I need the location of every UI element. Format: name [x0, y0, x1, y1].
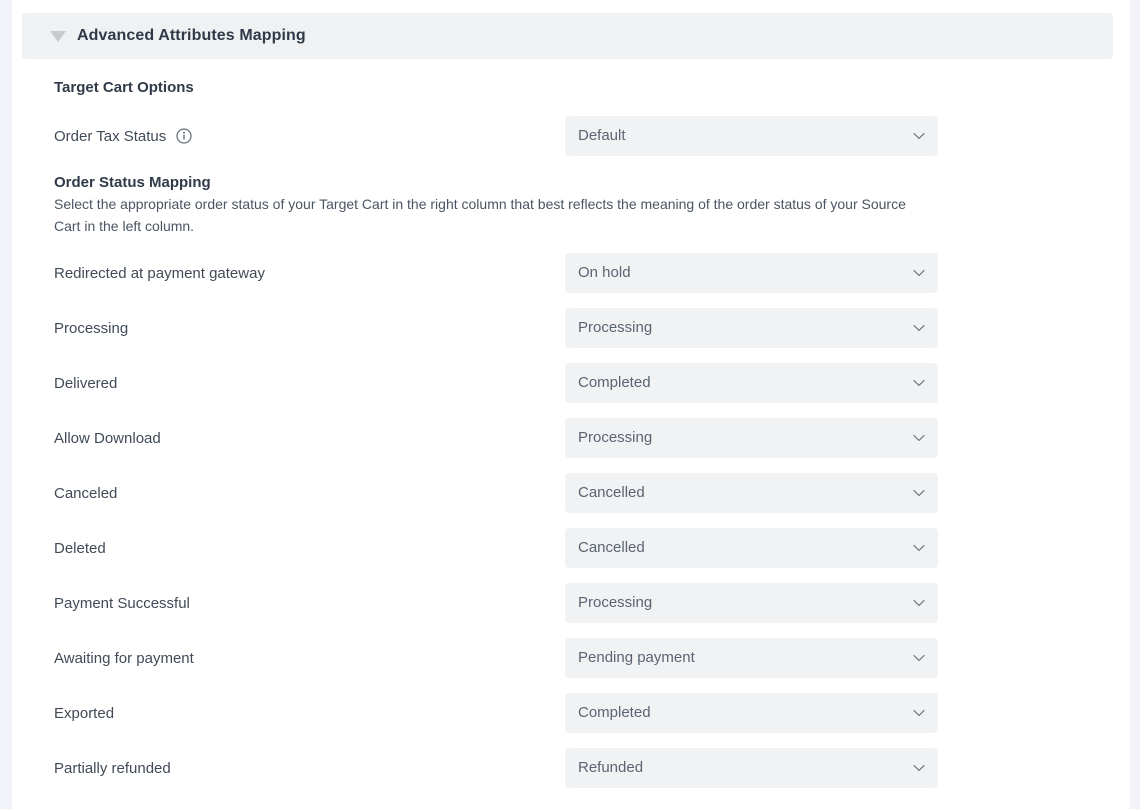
triangle-down-icon[interactable]	[50, 30, 66, 42]
target-status-select-wrap: On holdProcessingCompletedCancelledPendi…	[565, 253, 938, 293]
status-mapping-row: Payment Successful On holdProcessingCompl…	[12, 583, 1130, 623]
order-status-mapping-description: Select the appropriate order status of y…	[54, 196, 906, 234]
status-mapping-row: Deleted On holdProcessingCompletedCancell…	[12, 528, 1130, 568]
source-status-label: Allow Download	[54, 429, 161, 447]
target-status-select[interactable]: On holdProcessingCompletedCancelledPendi…	[565, 583, 938, 623]
status-mapping-row: Canceled On holdProcessingCompletedCancel…	[12, 473, 1130, 513]
order-tax-status-row: Order Tax Status Default	[12, 116, 1130, 156]
order-tax-status-label-text: Order Tax Status	[54, 127, 167, 145]
panel-title: Advanced Attributes Mapping	[77, 27, 306, 44]
order-tax-status-label: Order Tax Status	[54, 116, 192, 156]
status-mapping-row: Allow Download On holdProcessingCompleted…	[12, 418, 1130, 458]
target-status-select[interactable]: On holdProcessingCompletedCancelledPendi…	[565, 253, 938, 293]
source-status-label: Canceled	[54, 484, 118, 502]
order-status-mapping-title: Order Status Mapping	[54, 174, 211, 191]
target-status-select-wrap: On holdProcessingCompletedCancelledPendi…	[565, 583, 938, 623]
target-status-select-wrap: On holdProcessingCompletedCancelledPendi…	[565, 308, 938, 348]
source-status-label: Payment Successful	[54, 594, 190, 612]
target-status-select[interactable]: On holdProcessingCompletedCancelledPendi…	[565, 473, 938, 513]
target-status-select[interactable]: On holdProcessingCompletedCancelledPendi…	[565, 308, 938, 348]
status-mapping-row: Redirected at payment gateway On holdProc…	[12, 253, 1130, 293]
source-status-label: Awaiting for payment	[54, 649, 194, 667]
status-mapping-row: Partially refunded On holdProcessingCompl…	[12, 748, 1130, 788]
target-status-select-wrap: On holdProcessingCompletedCancelledPendi…	[565, 473, 938, 513]
order-tax-status-select-wrap: Default	[565, 116, 938, 156]
status-mapping-row: Delivered On holdProcessingCompletedCance…	[12, 363, 1130, 403]
status-mapping-row: Processing On holdProcessingCompletedCanc…	[12, 308, 1130, 348]
target-status-select[interactable]: On holdProcessingCompletedCancelledPendi…	[565, 748, 938, 788]
target-status-select[interactable]: On holdProcessingCompletedCancelledPendi…	[565, 418, 938, 458]
target-status-select[interactable]: On holdProcessingCompletedCancelledPendi…	[565, 638, 938, 678]
content-sheet: Advanced Attributes Mapping Target Cart …	[12, 0, 1130, 809]
target-status-select-wrap: On holdProcessingCompletedCancelledPendi…	[565, 418, 938, 458]
target-status-select-wrap: On holdProcessingCompletedCancelledPendi…	[565, 363, 938, 403]
advanced-attributes-mapping-header[interactable]: Advanced Attributes Mapping	[22, 13, 1113, 59]
target-status-select-wrap: On holdProcessingCompletedCancelledPendi…	[565, 748, 938, 788]
source-status-label: Delivered	[54, 374, 118, 392]
source-status-label: Processing	[54, 319, 129, 337]
source-status-label: Redirected at payment gateway	[54, 264, 265, 282]
target-status-select-wrap: On holdProcessingCompletedCancelledPendi…	[565, 638, 938, 678]
status-mapping-row: Exported On holdProcessingCompletedCancel…	[12, 693, 1130, 733]
source-status-label: Partially refunded	[54, 759, 171, 777]
info-circle-icon[interactable]	[176, 128, 192, 144]
target-status-select[interactable]: On holdProcessingCompletedCancelledPendi…	[565, 528, 938, 568]
target-status-select-wrap: On holdProcessingCompletedCancelledPendi…	[565, 528, 938, 568]
source-status-label: Exported	[54, 704, 115, 722]
order-tax-status-select[interactable]: Default	[565, 116, 938, 156]
target-status-select[interactable]: On holdProcessingCompletedCancelledPendi…	[565, 693, 938, 733]
target-status-select-wrap: On holdProcessingCompletedCancelledPendi…	[565, 693, 938, 733]
status-mapping-row: Awaiting for payment On holdProcessingCom…	[12, 638, 1130, 678]
target-cart-options-title: Target Cart Options	[54, 79, 194, 96]
target-status-select[interactable]: On holdProcessingCompletedCancelledPendi…	[565, 363, 938, 403]
source-status-label: Deleted	[54, 539, 106, 557]
